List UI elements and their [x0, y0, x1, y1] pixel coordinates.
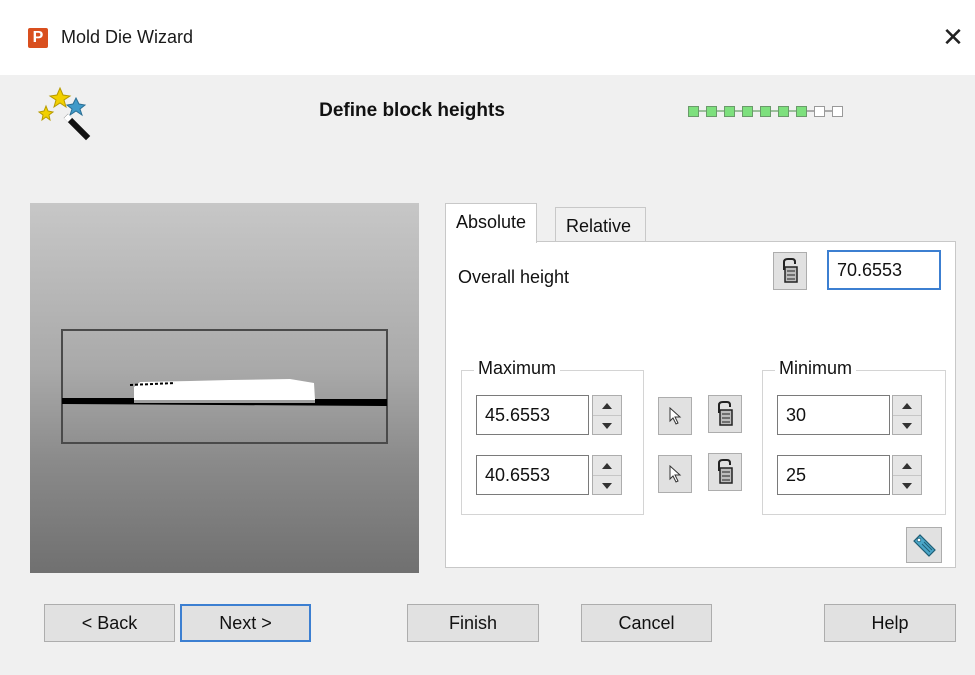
- progress-step: [778, 105, 789, 117]
- pick-top-height-button[interactable]: [658, 397, 692, 435]
- spin-up-button[interactable]: [893, 396, 921, 416]
- wizard-progress-indicator: [688, 104, 843, 118]
- minimum-bottom-input[interactable]: 25: [777, 455, 890, 495]
- arrow-up-icon: [602, 462, 612, 469]
- progress-connector: [789, 110, 796, 112]
- spin-down-button[interactable]: [593, 416, 621, 435]
- close-button[interactable]: ✕: [938, 20, 968, 54]
- spin-up-button[interactable]: [593, 456, 621, 476]
- progress-connector: [753, 110, 760, 112]
- app-logo-icon: P: [28, 28, 48, 48]
- maximum-bottom-spinner[interactable]: [592, 455, 622, 495]
- arrow-up-icon: [902, 402, 912, 409]
- spin-up-button[interactable]: [593, 396, 621, 416]
- overall-height-input[interactable]: 70.6553: [827, 250, 941, 290]
- tag-icon: [913, 534, 936, 557]
- measure-icon: [783, 258, 798, 283]
- finish-button[interactable]: Finish: [407, 604, 539, 642]
- measure-icon: [718, 459, 733, 484]
- overall-height-label: Overall height: [458, 267, 570, 287]
- progress-step: [688, 105, 699, 117]
- measure-top-height-button[interactable]: [708, 395, 742, 433]
- minimum-top-input[interactable]: 30: [777, 395, 890, 435]
- measure-bottom-height-button[interactable]: [708, 453, 742, 491]
- maximum-legend: Maximum: [474, 358, 561, 379]
- spin-down-button[interactable]: [893, 476, 921, 495]
- maximum-top-spinner[interactable]: [592, 395, 622, 435]
- arrow-up-icon: [602, 402, 612, 409]
- tab-relative[interactable]: Relative: [555, 207, 646, 241]
- block-preview-drawing: [61, 329, 388, 444]
- spin-up-button[interactable]: [893, 456, 921, 476]
- arrow-down-icon: [902, 422, 912, 429]
- progress-connector: [735, 110, 742, 112]
- progress-step: [706, 105, 717, 117]
- progress-connector: [699, 110, 706, 112]
- measure-overall-height-button[interactable]: [773, 252, 807, 290]
- arrow-up-icon: [902, 462, 912, 469]
- progress-step: [796, 105, 807, 117]
- progress-step: [832, 105, 843, 117]
- pick-bottom-height-button[interactable]: [658, 455, 692, 493]
- maximum-bottom-input[interactable]: 40.6553: [476, 455, 589, 495]
- arrow-down-icon: [602, 422, 612, 429]
- cursor-arrow-icon: [669, 465, 682, 483]
- mold-die-wizard-window: P Mold Die Wizard ✕ Define block heights…: [0, 0, 975, 675]
- progress-connector: [807, 110, 814, 112]
- tag-button[interactable]: [906, 527, 942, 563]
- minimum-legend: Minimum: [775, 358, 857, 379]
- next-button[interactable]: Next >: [180, 604, 311, 642]
- progress-connector: [825, 110, 832, 112]
- minimum-top-spinner[interactable]: [892, 395, 922, 435]
- progress-step: [760, 105, 771, 117]
- spin-down-button[interactable]: [593, 476, 621, 495]
- block-preview-viewport[interactable]: [30, 203, 419, 573]
- arrow-down-icon: [602, 482, 612, 489]
- part-shape: [134, 379, 315, 400]
- tab-absolute[interactable]: Absolute: [445, 203, 538, 243]
- progress-connector: [771, 110, 778, 112]
- arrow-down-icon: [902, 482, 912, 489]
- title-bar: P Mold Die Wizard ✕: [0, 0, 975, 75]
- progress-connector: [717, 110, 724, 112]
- cursor-arrow-icon: [669, 407, 682, 425]
- progress-step: [742, 105, 753, 117]
- help-button[interactable]: Help: [824, 604, 956, 642]
- window-title: Mold Die Wizard: [61, 27, 194, 47]
- absolute-tab-panel: Overall height 70.6553 Maximum 45.6553 4…: [445, 241, 956, 568]
- spin-down-button[interactable]: [893, 416, 921, 435]
- back-button[interactable]: < Back: [44, 604, 175, 642]
- maximum-top-input[interactable]: 45.6553: [476, 395, 589, 435]
- cancel-button[interactable]: Cancel: [581, 604, 712, 642]
- progress-step: [814, 105, 825, 117]
- progress-step: [724, 105, 735, 117]
- measure-icon: [718, 401, 733, 426]
- minimum-bottom-spinner[interactable]: [892, 455, 922, 495]
